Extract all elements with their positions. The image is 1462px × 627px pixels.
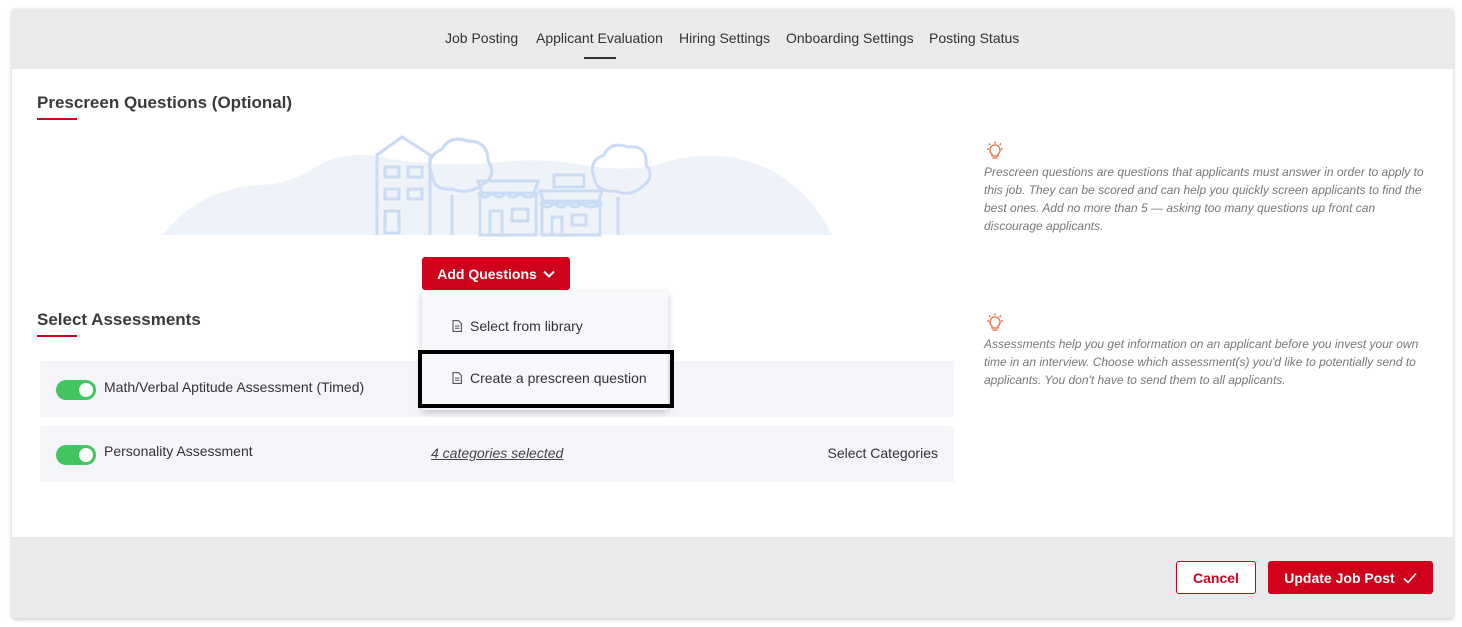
select-categories-button[interactable]: Select Categories: [827, 445, 938, 461]
math-assessment-toggle[interactable]: [56, 380, 96, 400]
job-post-card: Job Posting Applicant Evaluation Hiring …: [12, 9, 1453, 618]
update-job-post-label: Update Job Post: [1284, 569, 1395, 586]
assessment-row-personality: Personality Assessment 4 categories sele…: [40, 426, 954, 482]
lightbulb-icon: [987, 141, 1003, 159]
tab-applicant-evaluation[interactable]: Applicant Evaluation: [536, 30, 663, 46]
prescreen-title: Prescreen Questions (Optional): [37, 93, 293, 112]
highlight-box: [418, 350, 674, 408]
tab-hiring-settings[interactable]: Hiring Settings: [679, 30, 770, 46]
document-icon: [452, 320, 462, 332]
chevron-down-icon: [543, 270, 555, 278]
prescreen-title-underline: [37, 118, 77, 120]
personality-assessment-label: Personality Assessment: [104, 443, 253, 459]
assessments-title-underline: [37, 335, 77, 337]
active-tab-indicator: [584, 57, 616, 59]
assessments-tip: Assessments help you get information on …: [984, 313, 1434, 389]
toggle-knob: [79, 448, 93, 462]
tab-onboarding-settings[interactable]: Onboarding Settings: [786, 30, 914, 46]
assessments-tip-text: Assessments help you get information on …: [984, 337, 1419, 387]
math-assessment-label: Math/Verbal Aptitude Assessment (Timed): [104, 379, 365, 395]
prescreen-tip: Prescreen questions are questions that a…: [984, 141, 1434, 235]
add-questions-button[interactable]: Add Questions: [422, 257, 570, 290]
select-from-library-item[interactable]: Select from library: [422, 302, 668, 350]
tab-posting-status[interactable]: Posting Status: [929, 30, 1019, 46]
lightbulb-icon: [987, 313, 1003, 331]
categories-selected-link[interactable]: 4 categories selected: [431, 445, 563, 461]
personality-assessment-toggle[interactable]: [56, 445, 96, 465]
storefront-illustration: [162, 135, 832, 237]
select-from-library-label: Select from library: [470, 318, 583, 334]
toggle-knob: [79, 383, 93, 397]
tab-job-posting[interactable]: Job Posting: [445, 30, 518, 46]
add-questions-label: Add Questions: [437, 265, 537, 282]
checkmark-icon: [1403, 572, 1417, 584]
prescreen-tip-text: Prescreen questions are questions that a…: [984, 165, 1424, 233]
footer-bar: Cancel Update Job Post: [12, 537, 1453, 618]
assessments-title: Select Assessments: [37, 310, 201, 329]
update-job-post-button[interactable]: Update Job Post: [1268, 561, 1433, 594]
cancel-button[interactable]: Cancel: [1176, 561, 1256, 594]
top-nav: Job Posting Applicant Evaluation Hiring …: [12, 9, 1453, 69]
